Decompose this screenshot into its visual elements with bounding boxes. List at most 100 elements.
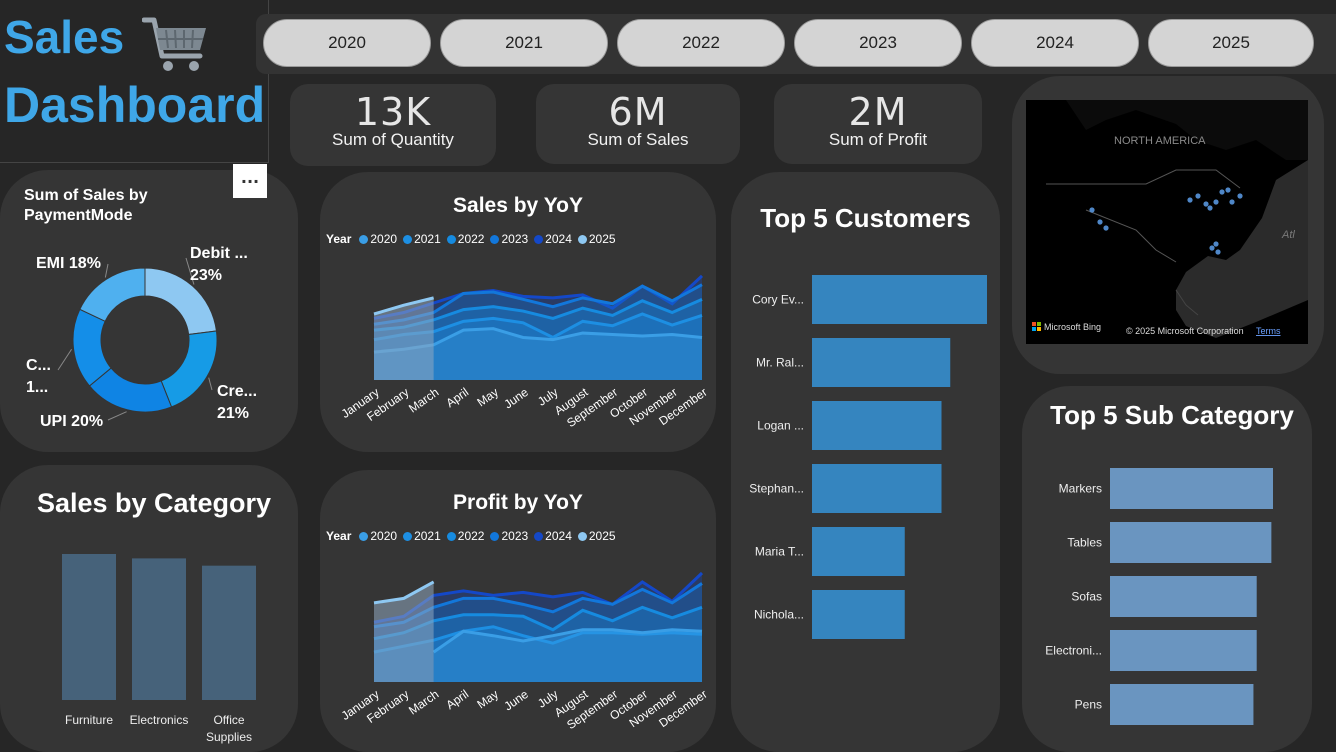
category-label: Electronics xyxy=(130,713,189,727)
kpi-value: 6M xyxy=(608,90,668,134)
legend-label: 2024 xyxy=(545,232,572,246)
map-visual[interactable]: NORTH AMERICA Atl Microsoft Bing © 2025 … xyxy=(1026,100,1308,344)
legend-marker xyxy=(534,234,544,244)
sales-yoy-title: Sales by YoY xyxy=(453,194,583,217)
kpi-card-quantity[interactable]: 13K Sum of Quantity xyxy=(290,84,496,166)
donut-slice[interactable] xyxy=(79,267,146,322)
legend-label: 2020 xyxy=(370,529,398,543)
hbar-label: Sofas xyxy=(1071,590,1102,604)
legend-item-2022[interactable]: 2022 xyxy=(446,232,485,246)
hbar-label: Cory Ev... xyxy=(752,293,804,307)
shopping-cart-icon xyxy=(142,17,206,71)
legend-item-2022[interactable]: 2022 xyxy=(446,529,484,543)
hbar[interactable] xyxy=(1110,522,1272,563)
x-tick-label: June xyxy=(501,687,531,714)
map-region-label: NORTH AMERICA xyxy=(1114,135,1206,147)
kpi-label: Sum of Profit xyxy=(828,130,928,149)
profit-yoy-legend: Year 2020 2021 2022 2023 2024 2025 xyxy=(326,529,622,543)
legend-label: 2023 xyxy=(501,232,529,246)
kpi-card-sales[interactable]: 6M Sum of Sales xyxy=(536,84,740,164)
map-attribution: Microsoft Bing xyxy=(1044,322,1101,332)
legend-marker xyxy=(490,531,500,541)
map-copyright: © 2025 Microsoft Corporation xyxy=(1126,326,1244,336)
legend-marker xyxy=(577,234,587,244)
hbar-label: Tables xyxy=(1067,536,1102,550)
legend-item-2024[interactable]: 2024 xyxy=(534,232,572,246)
hbar[interactable] xyxy=(812,527,905,576)
hbar[interactable] xyxy=(812,275,987,324)
more-options-button[interactable]: ... xyxy=(233,164,267,198)
hbar-label: Electroni... xyxy=(1045,644,1102,658)
year-button-2021[interactable]: 2021 xyxy=(440,19,608,67)
legend-item-2020[interactable]: 2020 xyxy=(359,232,397,246)
legend-marker xyxy=(446,234,456,244)
legend-item-2021[interactable]: 2021 xyxy=(403,529,441,543)
legend-marker xyxy=(446,531,456,541)
x-tick-label: May xyxy=(474,687,501,711)
x-tick-label: March xyxy=(406,385,441,416)
hbar[interactable] xyxy=(1110,630,1257,671)
hbar-label: Stephan... xyxy=(749,482,804,496)
payment-mode-title: Sum of Sales by PaymentMode xyxy=(24,187,148,224)
category-label: Furniture xyxy=(65,713,113,727)
legend-item-2023[interactable]: 2023 xyxy=(490,232,528,246)
category-bar[interactable] xyxy=(62,554,116,700)
year-button-2020[interactable]: 2020 xyxy=(263,19,431,67)
area-fill-2020 xyxy=(433,629,702,682)
donut-slice[interactable] xyxy=(160,330,218,408)
title-panel: Sales Dashboard xyxy=(0,0,269,163)
year-button-2024[interactable]: 2024 xyxy=(971,19,1139,67)
legend-item-2025[interactable]: 2025 xyxy=(577,232,616,246)
hbar-label: Pens xyxy=(1075,698,1102,712)
top-customers-title: Top 5 Customers xyxy=(760,203,971,233)
year-button-2025[interactable]: 2025 xyxy=(1148,19,1314,67)
hbar[interactable] xyxy=(812,464,942,513)
legend-item-2024[interactable]: 2024 xyxy=(534,529,572,543)
hbar[interactable] xyxy=(812,590,905,639)
x-tick-label: April xyxy=(443,385,471,410)
hbar[interactable] xyxy=(812,401,942,450)
x-tick-label: May xyxy=(474,385,501,409)
category-bar[interactable] xyxy=(202,565,256,700)
legend-marker xyxy=(534,531,544,541)
legend-label: 2021 xyxy=(414,232,441,246)
profit-yoy-chart[interactable]: JanuaryFebruaryMarch April May June JulyAugu… xyxy=(320,550,716,750)
legend-label: 2023 xyxy=(501,529,529,543)
legend-marker xyxy=(490,234,500,244)
profit-yoy-title: Profit by YoY xyxy=(453,491,583,514)
x-tick-label: June xyxy=(501,385,531,412)
payment-mode-donut[interactable]: Debit ... 23% Cre... 21% UPI 20% C... 1... EMI … xyxy=(0,230,298,450)
donut-data-label: Cre... 21% xyxy=(217,383,257,422)
kpi-value: 13K xyxy=(354,90,432,134)
category-label: Office Supplies xyxy=(206,713,252,744)
legend-label: 2022 xyxy=(457,232,485,246)
category-bar[interactable] xyxy=(132,558,186,700)
top-customers-chart[interactable]: Cory Ev... Mr. Ral... Logan ... Stephan... M… xyxy=(731,260,1000,660)
top-subcategory-chart[interactable]: Markers Tables Sofas Electroni... Pens xyxy=(1022,460,1312,730)
legend-marker xyxy=(577,531,587,541)
legend-item-2021[interactable]: 2021 xyxy=(403,232,441,246)
legend-item-2020[interactable]: 2020 xyxy=(359,529,397,543)
year-button-2022[interactable]: 2022 xyxy=(617,19,785,67)
kpi-card-profit[interactable]: 2M Sum of Profit xyxy=(774,84,982,164)
sales-yoy-chart[interactable]: JanuaryFebruaryMarch April May June JulyAugu… xyxy=(320,252,716,452)
hbar[interactable] xyxy=(1110,684,1254,725)
hbar[interactable] xyxy=(1110,468,1273,509)
legend-item-2025[interactable]: 2025 xyxy=(577,529,616,543)
sales-yoy-legend: Year 2020 2021 2022 2023 2024 2025 xyxy=(326,232,622,246)
kpi-label: Sum of Sales xyxy=(587,130,689,149)
kpi-value: 2M xyxy=(848,90,908,134)
donut-data-label: C... 1... xyxy=(26,357,51,396)
legend-item-2023[interactable]: 2023 xyxy=(490,529,528,543)
legend-marker xyxy=(403,531,413,541)
legend-label: 2020 xyxy=(370,232,398,246)
legend-label: 2021 xyxy=(414,529,441,543)
hbar[interactable] xyxy=(1110,576,1257,617)
kpi-label: Sum of Quantity xyxy=(332,130,454,149)
x-tick-label: April xyxy=(443,687,471,712)
map-terms-link[interactable]: Terms xyxy=(1256,326,1281,336)
year-button-2023[interactable]: 2023 xyxy=(794,19,962,67)
donut-leader-line xyxy=(107,411,127,421)
sales-category-chart[interactable]: Furniture Electronics Office Supplies xyxy=(30,530,290,750)
hbar[interactable] xyxy=(812,338,951,387)
